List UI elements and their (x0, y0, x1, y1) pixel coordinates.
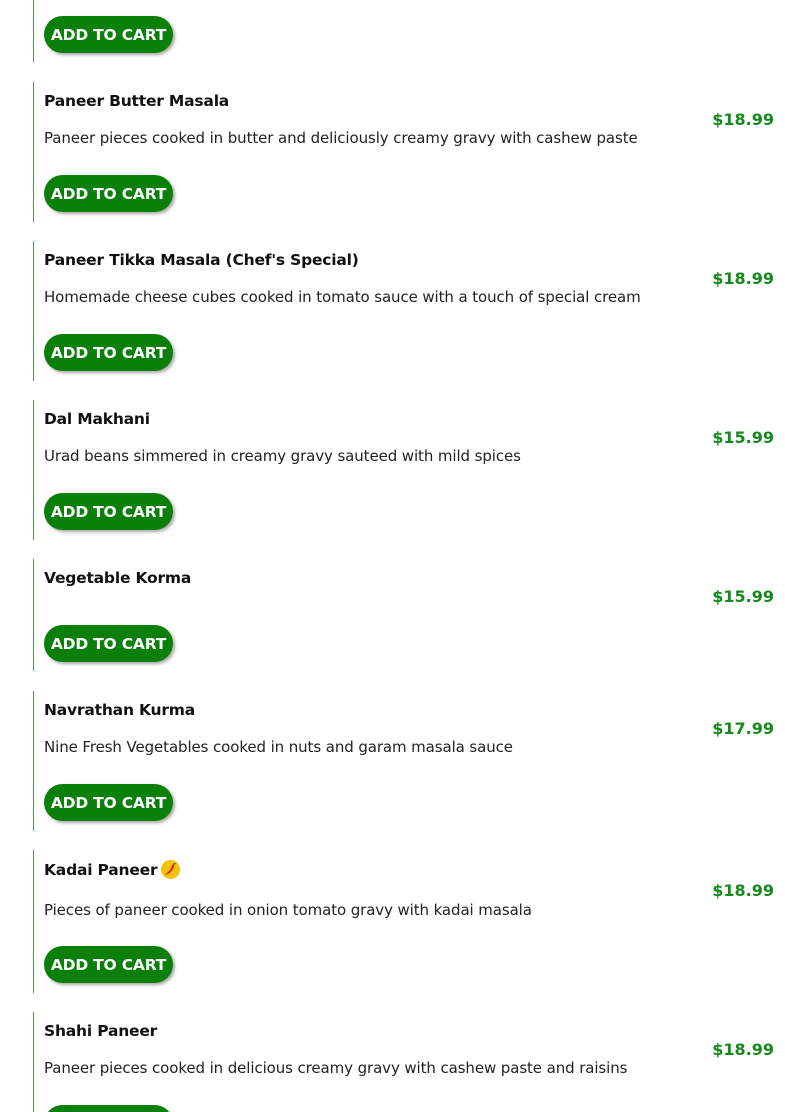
item-description: Urad beans simmered in creamy gravy saut… (44, 447, 521, 465)
menu-list: ADD TO CART Paneer Butter Masala Paneer … (0, 0, 785, 1112)
item-price: $18.99 (712, 269, 774, 288)
add-to-cart-button[interactable]: ADD TO CART (44, 16, 173, 53)
add-to-cart-button[interactable]: ADD TO CART (44, 946, 173, 983)
item-name: Shahi Paneer (44, 1022, 158, 1040)
item-name: Dal Makhani (44, 410, 150, 428)
add-to-cart-button[interactable]: ADD TO CART (44, 493, 173, 530)
menu-item: Shahi Paneer Paneer pieces cooked in del… (33, 1012, 785, 1112)
chili-pepper-icon (161, 860, 181, 879)
menu-item: Paneer Tikka Masala (Chef's Special) Hom… (33, 241, 785, 381)
menu-item: Vegetable Korma $15.99 ADD TO CART (33, 559, 785, 671)
item-name: Navrathan Kurma (44, 701, 196, 719)
item-price: $18.99 (712, 881, 774, 900)
item-description: Paneer pieces cooked in delicious creamy… (44, 1059, 628, 1077)
item-price: $18.99 (712, 110, 774, 129)
item-name: Paneer Tikka Masala (Chef's Special) (44, 251, 359, 269)
item-name: Vegetable Korma (44, 569, 192, 587)
item-description: Nine Fresh Vegetables cooked in nuts and… (44, 738, 513, 756)
add-to-cart-button[interactable]: ADD TO CART (44, 175, 173, 212)
item-price: $18.99 (712, 1040, 774, 1059)
item-price: $15.99 (712, 587, 774, 606)
add-to-cart-button[interactable]: ADD TO CART (44, 334, 173, 371)
menu-item: Kadai Paneer Pieces of paneer cooked in … (33, 850, 785, 993)
item-price: $15.99 (712, 428, 774, 447)
menu-item: Dal Makhani Urad beans simmered in cream… (33, 400, 785, 540)
menu-item: Navrathan Kurma Nine Fresh Vegetables co… (33, 691, 785, 831)
item-name: Kadai Paneer (44, 860, 181, 879)
menu-item: ADD TO CART (33, 0, 785, 62)
item-price: $17.99 (712, 719, 774, 738)
item-description: Pieces of paneer cooked in onion tomato … (44, 901, 532, 919)
item-description: Homemade cheese cubes cooked in tomato s… (44, 288, 641, 306)
add-to-cart-button[interactable]: ADD TO CART (44, 1105, 173, 1112)
add-to-cart-button[interactable]: ADD TO CART (44, 625, 173, 662)
item-name: Paneer Butter Masala (44, 92, 230, 110)
menu-item: Paneer Butter Masala Paneer pieces cooke… (33, 82, 785, 222)
add-to-cart-button[interactable]: ADD TO CART (44, 784, 173, 821)
item-description: Paneer pieces cooked in butter and delic… (44, 129, 638, 147)
